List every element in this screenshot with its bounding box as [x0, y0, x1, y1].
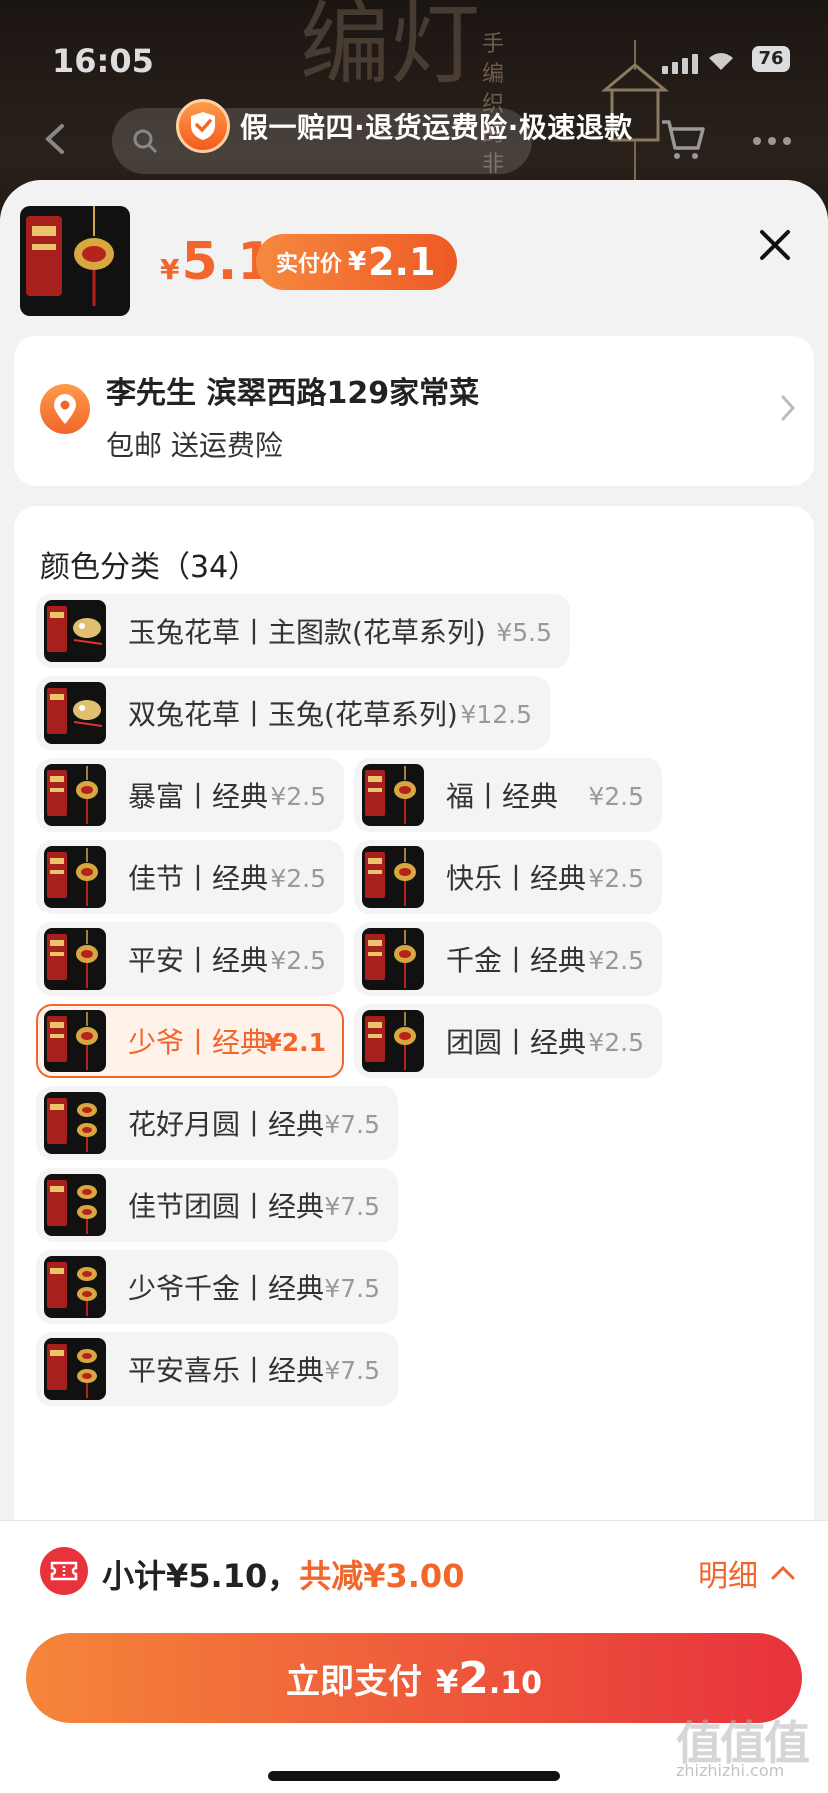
option-name: 佳节丨经典 — [128, 862, 269, 895]
option-chip[interactable]: 团圆丨经典 ¥2.5 — [354, 1004, 662, 1078]
option-chip[interactable]: 千金丨经典 ¥2.5 — [354, 922, 662, 996]
option-thumbnail — [44, 1256, 106, 1318]
option-thumbnail — [44, 600, 106, 662]
close-icon[interactable] — [756, 226, 794, 264]
home-indicator — [268, 1771, 560, 1781]
option-thumbnail — [362, 928, 424, 990]
option-thumbnail — [362, 764, 424, 826]
back-arrow-icon[interactable] — [40, 122, 70, 156]
option-price: ¥2.5 — [588, 782, 644, 811]
paid-price-badge: 实付价 ¥ 2.1 — [256, 234, 458, 290]
option-price: ¥12.5 — [460, 700, 532, 729]
discount-text: 共减¥3.00 — [299, 1557, 465, 1595]
option-name: 平安丨经典 — [128, 944, 269, 977]
option-price: ¥2.5 — [588, 1028, 644, 1057]
price-currency: ¥ — [160, 253, 180, 286]
watermark-url: zhizhizhi.com — [676, 1761, 785, 1780]
coupon-ticket-icon — [40, 1547, 88, 1595]
option-thumbnail — [44, 1010, 106, 1072]
option-chip[interactable]: 少爷千金丨经典 ¥7.5 — [36, 1250, 398, 1324]
option-price: ¥2.5 — [270, 782, 326, 811]
guarantee-text: 假一赔四·退货运费险·极速退款 — [240, 111, 633, 144]
option-chip[interactable]: 平安喜乐丨经典 ¥7.5 — [36, 1332, 398, 1406]
options-title: 颜色分类（34） — [40, 550, 259, 585]
option-name: 团圆丨经典 — [446, 1026, 587, 1059]
shipping-info: 包邮 送运费险 — [106, 429, 283, 462]
paid-price-value: 2.1 — [368, 240, 436, 284]
paid-price-label: 实付价 — [276, 252, 343, 277]
option-price: ¥7.5 — [324, 1356, 380, 1385]
status-time: 16:05 — [52, 42, 154, 80]
shield-check-icon — [176, 99, 230, 153]
option-name: 千金丨经典 — [446, 944, 587, 977]
address-card[interactable]: 李先生 滨翠西路129家常菜 包邮 送运费险 — [14, 336, 814, 486]
option-price: ¥7.5 — [324, 1274, 380, 1303]
option-name: 佳节团圆丨经典 — [128, 1190, 325, 1223]
checkout-bar: 小计¥5.10，共减¥3.00 明细 立即支付 ¥ 2 .10 值值值 zhiz… — [0, 1520, 828, 1793]
option-thumbnail — [44, 764, 106, 826]
location-pin-icon — [40, 384, 90, 434]
option-thumbnail — [362, 1010, 424, 1072]
option-chip[interactable]: 快乐丨经典 ¥2.5 — [354, 840, 662, 914]
option-chip[interactable]: 佳节丨经典 ¥2.5 — [36, 840, 344, 914]
option-thumbnail — [44, 928, 106, 990]
option-name: 少爷丨经典 — [128, 1026, 269, 1059]
pay-amount-decimal: .10 — [488, 1666, 543, 1701]
pay-amount-integer: 2 — [458, 1653, 489, 1704]
option-name: 福丨经典 — [446, 780, 559, 813]
search-icon — [133, 129, 158, 154]
option-price: ¥2.5 — [270, 864, 326, 893]
option-name: 花好月圆丨经典 — [128, 1108, 325, 1141]
option-price: ¥5.5 — [496, 618, 552, 647]
cart-icon[interactable] — [660, 118, 706, 162]
cellular-signal-icon — [662, 54, 698, 74]
option-name: 平安喜乐丨经典 — [128, 1354, 325, 1387]
guarantee-banner: 假一赔四·退货运费险·极速退款 — [176, 98, 633, 154]
detail-label: 明细 — [698, 1559, 758, 1594]
chevron-up-icon — [771, 1565, 795, 1580]
option-chip[interactable]: 花好月圆丨经典 ¥7.5 — [36, 1086, 398, 1160]
option-thumbnail — [44, 1174, 106, 1236]
option-thumbnail — [44, 682, 106, 744]
subtotal-summary: 小计¥5.10，共减¥3.00 — [102, 1551, 464, 1597]
option-price: ¥7.5 — [324, 1192, 380, 1221]
price-detail-toggle[interactable]: 明细 — [698, 1551, 796, 1595]
option-name: 双兔花草丨玉兔(花草系列) — [128, 698, 458, 731]
product-thumbnail[interactable] — [20, 206, 130, 316]
pay-button-label: 立即支付 — [285, 1662, 422, 1702]
option-chip[interactable]: 平安丨经典 ¥2.5 — [36, 922, 344, 996]
option-name: 快乐丨经典 — [446, 862, 587, 895]
option-price: ¥2.5 — [588, 864, 644, 893]
option-chip[interactable]: 佳节团圆丨经典 ¥7.5 — [36, 1168, 398, 1242]
option-thumbnail — [362, 846, 424, 908]
option-price: ¥2.5 — [588, 946, 644, 975]
option-name: 暴富丨经典 — [128, 780, 269, 813]
sheet-header: ¥ 5.1 实付价 ¥ 2.1 — [0, 180, 828, 330]
option-name: 少爷千金丨经典 — [128, 1272, 325, 1305]
pay-currency: ¥ — [435, 1663, 459, 1701]
option-price: ¥7.5 — [324, 1110, 380, 1139]
option-chip[interactable]: 福丨经典 ¥2.5 — [354, 758, 662, 832]
option-name: 玉兔花草丨主图款(花草系列) — [128, 616, 486, 649]
chevron-right-icon — [781, 395, 796, 421]
option-thumbnail — [44, 1092, 106, 1154]
option-price: ¥2.1 — [264, 1028, 326, 1057]
option-chip[interactable]: 暴富丨经典 ¥2.5 — [36, 758, 344, 832]
option-price: ¥2.5 — [270, 946, 326, 975]
option-chip[interactable]: 双兔花草丨玉兔(花草系列) ¥12.5 — [36, 676, 550, 750]
wifi-icon — [709, 53, 733, 70]
battery-icon: 76 — [752, 46, 790, 72]
option-thumbnail — [44, 846, 106, 908]
address-recipient: 李先生 滨翠西路129家常菜 — [106, 376, 480, 411]
option-chip[interactable]: 玉兔花草丨主图款(花草系列) ¥5.5 — [36, 594, 570, 668]
subtotal-text: 小计¥5.10， — [102, 1557, 300, 1595]
option-chip[interactable]: 少爷丨经典 ¥2.1 — [36, 1004, 344, 1078]
more-icon[interactable] — [752, 136, 792, 146]
paid-price-currency: ¥ — [348, 247, 367, 277]
option-thumbnail — [44, 1338, 106, 1400]
